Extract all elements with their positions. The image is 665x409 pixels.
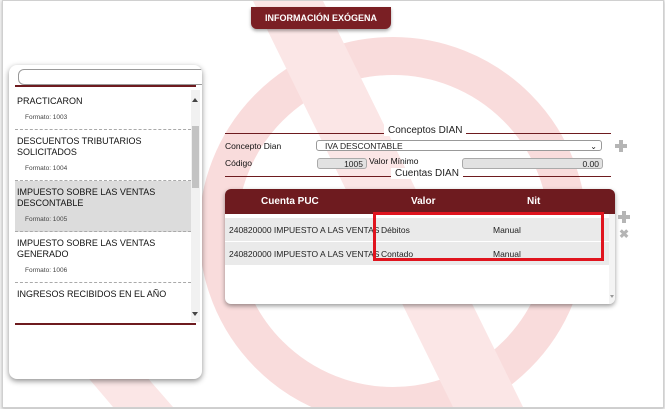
valor-minimo-field[interactable]: 0.00 (462, 158, 603, 169)
scroll-down-icon[interactable] (192, 312, 198, 316)
list-item-format: Formato: 1003 (25, 114, 68, 121)
concepto-select[interactable]: IVA DESCONTABLE ⌄ (316, 140, 602, 151)
table-header: Cuenta PUC Valor Nit (225, 189, 615, 214)
formats-list: PRACTICARON Formato: 1003 DESCUENTOS TRI… (15, 90, 191, 322)
close-icon[interactable]: ✖ (619, 228, 629, 240)
formats-list-panel: PRACTICARON Formato: 1003 DESCUENTOS TRI… (9, 65, 202, 379)
page-title-tab[interactable]: INFORMACIÓN EXÓGENA (251, 7, 391, 29)
column-header-cuenta[interactable]: Cuenta PUC (261, 196, 319, 207)
highlight-box (373, 212, 604, 261)
list-item-format: Formato: 1005 (25, 216, 68, 223)
codigo-field[interactable]: 1005 (317, 158, 367, 169)
list-item[interactable]: IMPUESTO SOBRE LAS VENTAS GENERADO Forma… (15, 232, 191, 283)
list-item[interactable]: PRACTICARON Formato: 1003 (15, 90, 191, 130)
divider (15, 323, 196, 325)
list-item-format: Formato: 1006 (25, 267, 68, 274)
list-item[interactable]: INGRESOS RECIBIDOS EN EL AÑO (15, 283, 191, 315)
list-item-title: INGRESOS RECIBIDOS EN EL AÑO (17, 289, 167, 299)
list-item-selected[interactable]: IMPUESTO SOBRE LAS VENTAS DESCONTABLE Fo… (15, 181, 191, 232)
column-header-valor[interactable]: Valor (411, 196, 435, 207)
plus-icon[interactable] (615, 140, 627, 152)
list-scrollbar[interactable] (191, 90, 200, 322)
scroll-up-icon[interactable] (192, 98, 198, 102)
section-title-cuentas: Cuentas DIAN (391, 168, 463, 179)
column-header-nit[interactable]: Nit (527, 196, 540, 207)
chevron-down-icon: ⌄ (590, 142, 597, 151)
table-scrollbar[interactable] (609, 214, 615, 304)
divider (15, 85, 196, 87)
app-window: INFORMACIÓN EXÓGENA PRACTICARON Formato:… (2, 0, 664, 408)
search-input[interactable] (18, 69, 202, 85)
list-item-format: Formato: 1004 (25, 165, 68, 172)
cell-cuenta: 240820000 IMPUESTO A LAS VENTAS (229, 249, 379, 259)
list-item-title: IMPUESTO SOBRE LAS VENTAS GENERADO (17, 238, 156, 259)
valor-minimo-label: Valor Mínimo (369, 156, 419, 166)
concepto-label: Concepto Dian (225, 141, 282, 151)
list-item-title: IMPUESTO SOBRE LAS VENTAS DESCONTABLE (17, 187, 156, 208)
list-item[interactable]: DESCUENTOS TRIBUTARIOS SOLICITADOS Forma… (15, 130, 191, 181)
list-item-title: DESCUENTOS TRIBUTARIOS SOLICITADOS (17, 136, 142, 157)
list-item-title: PRACTICARON (17, 96, 83, 106)
scroll-down-icon[interactable] (610, 295, 614, 298)
scrollbar-thumb[interactable] (192, 126, 199, 188)
cell-cuenta: 240820000 IMPUESTO A LAS VENTAS (229, 225, 379, 235)
plus-icon[interactable] (618, 211, 630, 223)
section-title-conceptos: Conceptos DIAN (384, 125, 467, 136)
codigo-label: Código (225, 158, 252, 168)
list-item-format (25, 307, 191, 315)
concepto-select-value: IVA DESCONTABLE (325, 141, 403, 151)
